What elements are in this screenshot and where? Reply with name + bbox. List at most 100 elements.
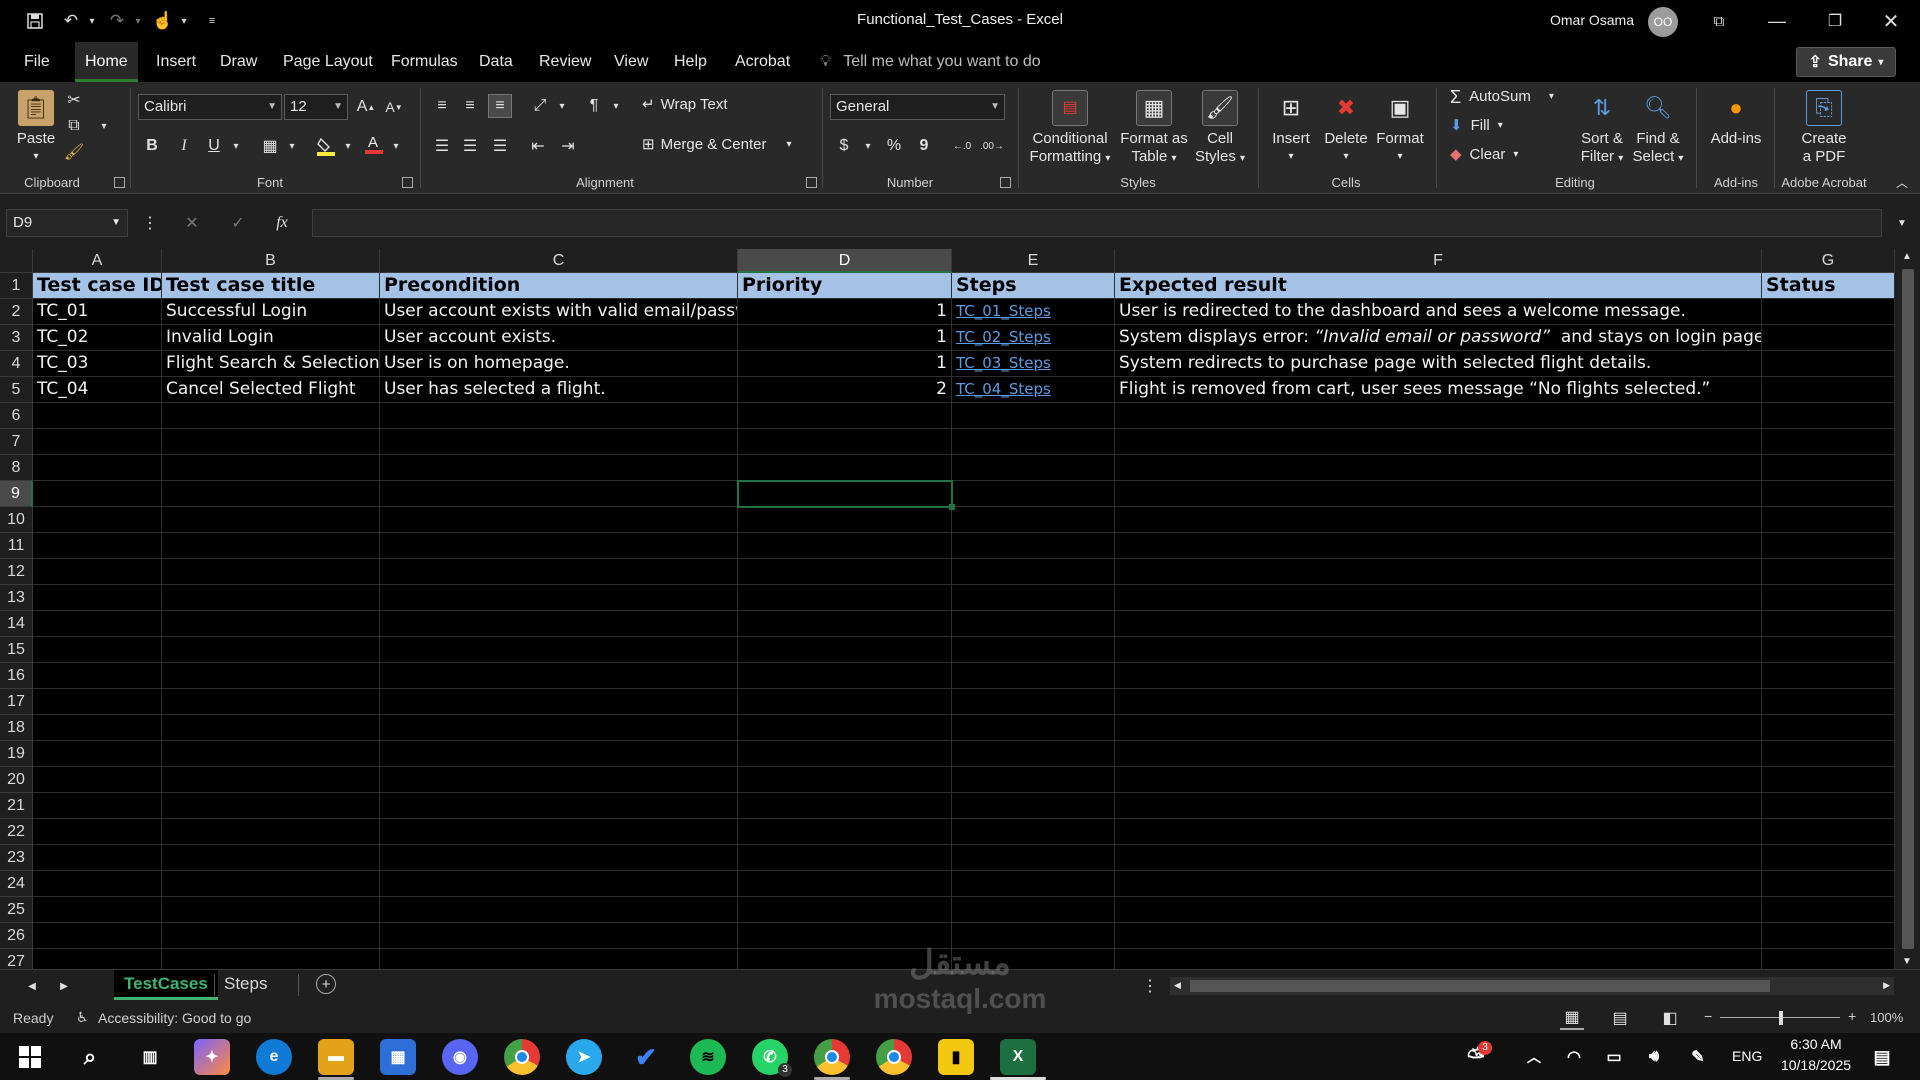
spotify-icon[interactable]: ≋ bbox=[690, 1039, 726, 1075]
cell-f7[interactable] bbox=[1115, 429, 1762, 455]
horizontal-scrollbar[interactable]: ◀ ▶ bbox=[1170, 977, 1894, 995]
fill-color-icon[interactable] bbox=[314, 134, 338, 158]
align-left-icon[interactable]: ☰ bbox=[430, 134, 454, 158]
search-icon[interactable]: ⌕ bbox=[72, 1039, 108, 1075]
cell-c12[interactable] bbox=[380, 559, 738, 585]
cell-e22[interactable] bbox=[952, 819, 1115, 845]
orientation-icon[interactable]: ⤢ bbox=[528, 94, 552, 118]
align-bottom-icon[interactable]: ≡ bbox=[488, 94, 512, 118]
scroll-right-icon[interactable]: ▶ bbox=[1883, 980, 1890, 991]
steps-link-2[interactable]: TC_02_Steps bbox=[952, 325, 1115, 351]
italic-button[interactable]: I bbox=[172, 134, 196, 158]
increase-indent-icon[interactable]: ⇥ bbox=[556, 134, 580, 158]
cell-e13[interactable] bbox=[952, 585, 1115, 611]
cell-d4[interactable]: 1 bbox=[738, 351, 952, 377]
save-icon[interactable] bbox=[22, 8, 48, 34]
column-header-g[interactable]: G bbox=[1762, 249, 1895, 273]
cell-a5[interactable]: TC_04 bbox=[33, 377, 162, 403]
redo-icon[interactable]: ↷ bbox=[104, 8, 130, 34]
cell-f26[interactable] bbox=[1115, 923, 1762, 949]
cell-f12[interactable] bbox=[1115, 559, 1762, 585]
font-color-icon[interactable]: A bbox=[362, 132, 386, 156]
minimize-icon[interactable]: — bbox=[1748, 0, 1806, 42]
scroll-up-icon[interactable]: ▲ bbox=[1902, 251, 1912, 262]
zoom-level[interactable]: 100% bbox=[1870, 1010, 1903, 1025]
borders-icon[interactable]: ▦ bbox=[258, 134, 282, 158]
cell-a23[interactable] bbox=[33, 845, 162, 871]
cell-f19[interactable] bbox=[1115, 741, 1762, 767]
cell-c27[interactable] bbox=[380, 949, 738, 969]
cell-f11[interactable] bbox=[1115, 533, 1762, 559]
name-box[interactable]: D9 ▼ bbox=[6, 209, 128, 237]
avatar[interactable]: OO bbox=[1648, 7, 1678, 37]
cell-d1[interactable]: Priority bbox=[738, 273, 952, 299]
cell-g1[interactable]: Status bbox=[1762, 273, 1895, 299]
cell-c4[interactable]: User is on homepage. bbox=[380, 351, 738, 377]
cut-icon[interactable]: ✂ bbox=[62, 88, 86, 112]
horizontal-scroll-thumb[interactable] bbox=[1190, 980, 1770, 992]
cell-d24[interactable] bbox=[738, 871, 952, 897]
currency-dropdown-icon[interactable]: ▾ bbox=[856, 134, 880, 158]
percent-button[interactable]: % bbox=[882, 134, 906, 158]
cell-b18[interactable] bbox=[162, 715, 380, 741]
cell-f13[interactable] bbox=[1115, 585, 1762, 611]
number-format-select[interactable]: General ▼ bbox=[830, 94, 1005, 120]
chrome-profile-2-icon[interactable] bbox=[876, 1039, 912, 1075]
cell-b27[interactable] bbox=[162, 949, 380, 969]
cell-d12[interactable] bbox=[738, 559, 952, 585]
accessibility-icon[interactable]: ♿︎ bbox=[76, 1009, 89, 1026]
cell-g20[interactable] bbox=[1762, 767, 1895, 793]
cell-c14[interactable] bbox=[380, 611, 738, 637]
align-middle-icon[interactable]: ≡ bbox=[458, 94, 482, 118]
cell-c18[interactable] bbox=[380, 715, 738, 741]
decrease-decimal-icon[interactable]: .00→ bbox=[980, 134, 1004, 158]
cell-e17[interactable] bbox=[952, 689, 1115, 715]
worksheet-grid[interactable]: ABCDEFG 1 2 3 4 5 6 7 8 9 10 11 12 13 14 15 16 17 18 19 20 2… bbox=[0, 249, 1895, 969]
cell-g7[interactable] bbox=[1762, 429, 1895, 455]
cell-c23[interactable] bbox=[380, 845, 738, 871]
underline-button[interactable]: U bbox=[202, 134, 226, 158]
cell-a4[interactable]: TC_03 bbox=[33, 351, 162, 377]
cell-b1[interactable]: Test case title bbox=[162, 273, 380, 299]
cell-a7[interactable] bbox=[33, 429, 162, 455]
cell-f20[interactable] bbox=[1115, 767, 1762, 793]
cell-e21[interactable] bbox=[952, 793, 1115, 819]
cell-c13[interactable] bbox=[380, 585, 738, 611]
cell-g16[interactable] bbox=[1762, 663, 1895, 689]
volume-icon[interactable]: 🔊︎ bbox=[1636, 1039, 1672, 1075]
cell-g19[interactable] bbox=[1762, 741, 1895, 767]
row-header-21[interactable]: 21 bbox=[0, 793, 33, 819]
more-options-icon[interactable]: ⋮ bbox=[138, 211, 162, 235]
cell-b10[interactable] bbox=[162, 507, 380, 533]
row-header-9[interactable]: 9 bbox=[0, 481, 33, 507]
text-direction-dropdown-icon[interactable]: ▾ bbox=[604, 94, 628, 118]
row-header-6[interactable]: 6 bbox=[0, 403, 33, 429]
row-header-1[interactable]: 1 bbox=[0, 273, 33, 299]
cell-c25[interactable] bbox=[380, 897, 738, 923]
column-header-d[interactable]: D bbox=[738, 249, 952, 273]
cell-a25[interactable] bbox=[33, 897, 162, 923]
delete-cells-button[interactable]: ✖ Delete ▾ bbox=[1318, 90, 1374, 166]
tab-formulas[interactable]: Formulas bbox=[381, 42, 468, 82]
cell-g21[interactable] bbox=[1762, 793, 1895, 819]
pen-icon[interactable]: ✎ bbox=[1680, 1039, 1716, 1075]
fill-color-dropdown-icon[interactable]: ▾ bbox=[336, 134, 360, 158]
cell-b17[interactable] bbox=[162, 689, 380, 715]
undo-dropdown-icon[interactable]: ▾ bbox=[84, 8, 100, 34]
fill-handle[interactable] bbox=[949, 504, 955, 510]
find-select-button[interactable]: 🔍︎ Find & Select ▾ bbox=[1628, 90, 1688, 168]
row-header-16[interactable]: 16 bbox=[0, 663, 33, 689]
conditional-formatting-button[interactable]: ▤ Conditional Formatting ▾ bbox=[1024, 90, 1116, 168]
cell-c19[interactable] bbox=[380, 741, 738, 767]
cell-e15[interactable] bbox=[952, 637, 1115, 663]
cell-g10[interactable] bbox=[1762, 507, 1895, 533]
customize-qat-icon[interactable]: ≡ bbox=[202, 8, 222, 34]
chrome-profile-icon[interactable] bbox=[814, 1039, 850, 1075]
cell-a16[interactable] bbox=[33, 663, 162, 689]
alignment-launcher-icon[interactable] bbox=[806, 177, 817, 188]
restore-icon[interactable]: ❐ bbox=[1806, 0, 1864, 42]
clear-button[interactable]: ◆ Clear ▾ bbox=[1450, 146, 1518, 164]
cell-f5[interactable]: Flight is removed from cart, user sees m… bbox=[1115, 377, 1762, 403]
cell-f17[interactable] bbox=[1115, 689, 1762, 715]
cell-d11[interactable] bbox=[738, 533, 952, 559]
